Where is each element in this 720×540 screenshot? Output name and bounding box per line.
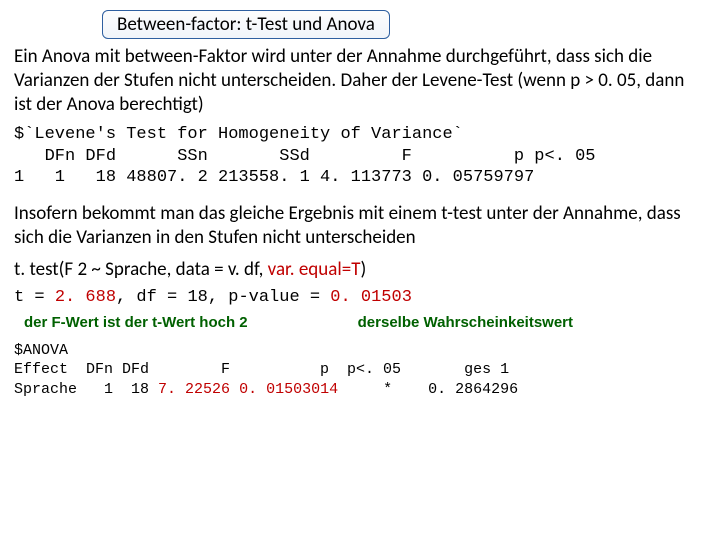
ttest-call-pre: t. test(F 2 ~ Sprache, data = v. df, — [14, 258, 268, 281]
anova-F: 7. 22526 — [158, 381, 230, 398]
levene-row: 1 1 18 48807. 2 213558. 1 4. 113773 0. 0… — [14, 168, 534, 187]
intro-paragraph: Ein Anova mit between-Faktor wird unter … — [14, 45, 706, 116]
anova-l2: Effect DFn DFd F p p<. 05 ges 1 — [14, 361, 509, 378]
title-box: Between-factor: t-Test und Anova — [102, 10, 390, 39]
anova-l3-post: * 0. 2864296 — [338, 381, 518, 398]
anova-l1: $ANOVA — [14, 342, 68, 359]
note-right: derselbe Wahrscheinkeitswert — [358, 314, 573, 331]
ttest-result: t = 2. 688, df = 18, p-value = 0. 01503 — [14, 287, 706, 308]
anova-l3-mid — [230, 381, 239, 398]
levene-header: DFn DFd SSn SSd F p p<. 05 — [14, 147, 596, 166]
ttest-pre: t = — [14, 288, 55, 307]
mid-paragraph: Insofern bekommt man das gleiche Ergebni… — [14, 202, 706, 250]
anova-l3-pre: Sprache 1 18 — [14, 381, 158, 398]
anova-output: $ANOVA Effect DFn DFd F p p<. 05 ges 1 S… — [14, 341, 706, 400]
ttest-call: t. test(F 2 ~ Sprache, data = v. df, var… — [14, 258, 706, 281]
ttest-call-post: ) — [360, 258, 366, 281]
levene-output: $`Levene's Test for Homogeneity of Varia… — [14, 124, 706, 188]
ttest-t: 2. 688 — [55, 288, 116, 307]
title-text: Between-factor: t-Test und Anova — [117, 13, 375, 36]
ttest-mid: , df = 18, p-value = — [116, 288, 330, 307]
notes-row: der F-Wert ist der t-Wert hoch 2 derselb… — [14, 314, 706, 331]
note-left: der F-Wert ist der t-Wert hoch 2 — [24, 314, 248, 331]
anova-p: 0. 01503014 — [239, 381, 338, 398]
levene-title: $`Levene's Test for Homogeneity of Varia… — [14, 125, 463, 144]
ttest-call-varequal: var. equal=T — [268, 258, 361, 281]
ttest-p: 0. 01503 — [330, 288, 412, 307]
